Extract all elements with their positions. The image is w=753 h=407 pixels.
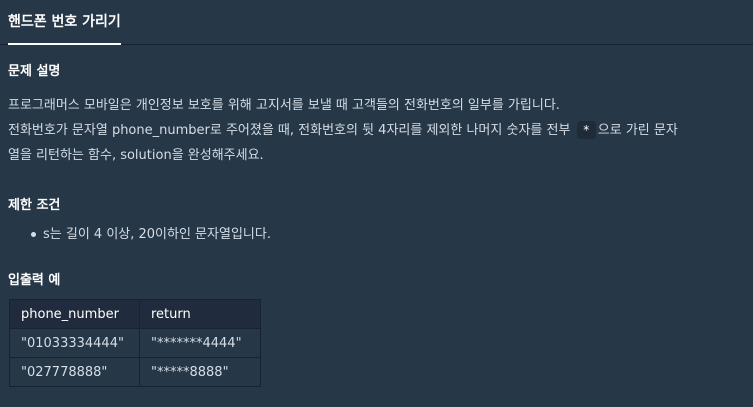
constraint-text: s는 길이 4 이상, 20이하인 문자열입니다. bbox=[43, 227, 271, 242]
table-row: "027778888" "*****8888" bbox=[9, 357, 261, 387]
constraint-item: s는 길이 4 이상, 20이하인 문자열입니다. bbox=[8, 222, 271, 247]
bullet-icon bbox=[31, 232, 36, 237]
tab-problem-title[interactable]: 핸드폰 번호 가리기 bbox=[8, 0, 121, 45]
examples-heading: 입출력 예 bbox=[8, 273, 61, 288]
table-cell: "*****8888" bbox=[139, 357, 261, 387]
table-cell: "027778888" bbox=[9, 357, 140, 387]
tab-bar: 핸드폰 번호 가리기 bbox=[0, 0, 753, 45]
description-line-1: 프로그래머스 모바일은 개인정보 보호를 위해 고지서를 보낼 때 고객들의 전… bbox=[8, 98, 560, 113]
description-line-2-text: 전화번호가 문자열 phone_number로 주어졌을 때, 전화번호의 뒷 … bbox=[8, 123, 571, 138]
problem-description-heading: 문제 설명 bbox=[8, 64, 61, 79]
constraints-list: s는 길이 4 이상, 20이하인 문자열입니다. bbox=[8, 222, 271, 247]
table-header-row: phone_number return bbox=[9, 299, 261, 329]
constraints-heading: 제한 조건 bbox=[8, 198, 61, 213]
column-header-phone-number: phone_number bbox=[9, 299, 140, 329]
description-line-2-tail: 으로 가린 문자 bbox=[597, 123, 678, 138]
description-line-2: 전화번호가 문자열 phone_number로 주어졌을 때, 전화번호의 뒷 … bbox=[8, 118, 743, 143]
column-header-return: return bbox=[139, 299, 261, 329]
examples-table: phone_number return "01033334444" "*****… bbox=[9, 299, 261, 387]
description-line-3: 열을 리턴하는 함수, solution을 완성해주세요. bbox=[8, 148, 264, 163]
inline-code-asterisk: * bbox=[576, 121, 596, 139]
problem-page: 핸드폰 번호 가리기 문제 설명 프로그래머스 모바일은 개인정보 보호를 위해… bbox=[0, 0, 753, 407]
table-cell: "01033334444" bbox=[9, 328, 140, 358]
table-cell: "*******4444" bbox=[139, 328, 261, 358]
problem-description: 프로그래머스 모바일은 개인정보 보호를 위해 고지서를 보낼 때 고객들의 전… bbox=[8, 93, 743, 168]
table-row: "01033334444" "*******4444" bbox=[9, 328, 261, 358]
